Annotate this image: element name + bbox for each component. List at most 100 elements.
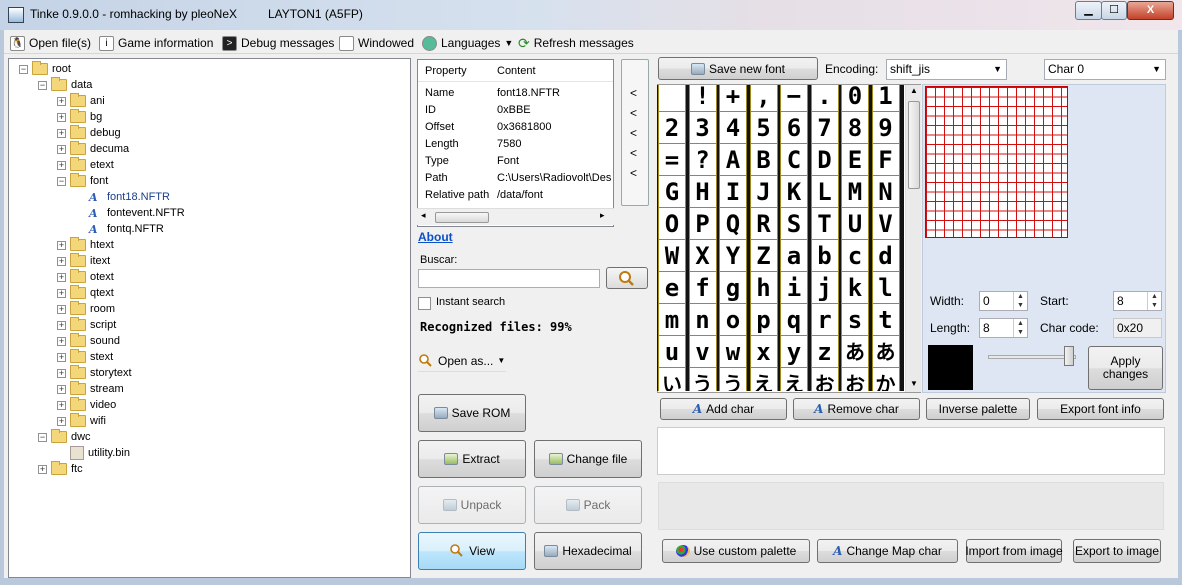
tree-node[interactable]: + itext — [57, 253, 110, 269]
tree-node[interactable]: + ani — [57, 93, 105, 109]
glyph-cell[interactable]: Y — [719, 239, 747, 273]
view-button[interactable]: View — [418, 532, 526, 570]
glyph-cell[interactable]: Z — [749, 239, 778, 273]
start-input[interactable]: 8 ▲ ▼ — [1113, 291, 1162, 311]
glyph-cell[interactable]: お — [841, 367, 869, 391]
collapse-arrow-button[interactable]: < — [630, 166, 637, 180]
glyph-cell[interactable]: O — [658, 207, 686, 241]
property-row[interactable]: Path C:\Users\Radiovolt\Des — [418, 171, 613, 187]
glyph-cell[interactable]: お — [810, 367, 839, 391]
expand-icon[interactable]: + — [57, 416, 66, 426]
palette-slider-track[interactable] — [988, 355, 1076, 359]
content-column-header[interactable]: Content — [497, 65, 536, 77]
expand-icon[interactable]: + — [57, 96, 66, 106]
encoding-select[interactable]: shift_jis ▼ — [886, 59, 1007, 80]
change-file-button[interactable]: Change file — [534, 440, 642, 478]
close-button[interactable]: X — [1127, 1, 1174, 20]
glyph-cell[interactable]: 8 — [841, 111, 869, 145]
file-tree[interactable]: − root − data + ani + bg + debug + decuma + etext − fon… — [8, 58, 411, 578]
search-input[interactable] — [418, 269, 600, 288]
glyph-cell[interactable]: f — [688, 271, 717, 305]
color-swatch[interactable] — [928, 345, 973, 390]
tree-node[interactable]: + qtext — [57, 285, 114, 301]
tree-node[interactable]: + stext — [57, 349, 113, 365]
glyph-grid[interactable]: ! +, −. 0 1 2 3 4 5 6 7 8 9 =? A B C D E F G H I J K L M N O P Q R S T U V W… — [657, 85, 904, 391]
glyph-cell[interactable]: N — [871, 175, 900, 209]
glyph-cell[interactable]: i — [780, 271, 808, 305]
collapse-icon[interactable]: − — [57, 176, 66, 186]
glyph-cell[interactable]: 1 — [871, 85, 900, 113]
scroll-left-icon[interactable]: ◂ — [421, 210, 426, 221]
expand-icon[interactable]: + — [57, 320, 66, 330]
open-as-dropdown[interactable]: Open as... ▼ — [418, 350, 506, 372]
glyph-cell[interactable]: V — [871, 207, 900, 241]
maximize-button[interactable]: ☐ — [1101, 1, 1127, 20]
glyph-cell[interactable]: 5 — [749, 111, 778, 145]
glyph-cell[interactable]: u — [658, 335, 686, 369]
glyph-cell[interactable]: p — [749, 303, 778, 337]
glyph-cell[interactable]: t — [871, 303, 900, 337]
collapse-icon[interactable]: − — [38, 80, 47, 90]
property-row[interactable]: Length 7580 — [418, 137, 613, 153]
glyph-cell[interactable]: あ — [871, 335, 900, 369]
glyph-cell[interactable]: q — [780, 303, 808, 337]
windowed-button[interactable]: Windowed — [339, 34, 414, 52]
tree-node[interactable]: + video — [57, 397, 116, 413]
glyph-cell[interactable]: w — [719, 335, 747, 369]
char-select[interactable]: Char 0 ▼ — [1044, 59, 1166, 80]
glyph-cell[interactable]: = — [658, 143, 686, 177]
collapse-arrow-button[interactable]: < — [630, 126, 637, 140]
glyph-cell[interactable]: 6 — [780, 111, 808, 145]
scroll-right-icon[interactable]: ▸ — [600, 210, 605, 221]
glyph-cell[interactable]: s — [841, 303, 869, 337]
tree-node[interactable]: + debug — [57, 125, 121, 141]
glyph-cell[interactable]: K — [780, 175, 808, 209]
extract-button[interactable]: Extract — [418, 440, 526, 478]
expand-icon[interactable]: + — [57, 240, 66, 250]
change-map-char-button[interactable]: A Change Map char — [817, 539, 958, 563]
import-from-image-button[interactable]: Import from image — [965, 539, 1063, 563]
width-input[interactable]: 0 ▲ ▼ — [979, 291, 1028, 311]
scroll-thumb[interactable] — [908, 101, 920, 189]
glyph-cell[interactable]: c — [841, 239, 869, 273]
export-to-image-button[interactable]: Export to image — [1073, 539, 1161, 563]
hexadecimal-button[interactable]: Hexadecimal — [534, 532, 642, 570]
glyph-cell[interactable]: か — [871, 367, 900, 391]
glyph-cell[interactable]: g — [719, 271, 747, 305]
tree-node[interactable]: + sound — [57, 333, 120, 349]
glyph-cell[interactable]: 7 — [810, 111, 839, 145]
glyph-cell[interactable]: X — [688, 239, 717, 273]
expand-icon[interactable]: + — [57, 128, 66, 138]
save-new-font-button[interactable]: Save new font — [658, 57, 818, 80]
expand-icon[interactable]: + — [57, 336, 66, 346]
tree-node[interactable]: − dwc — [38, 429, 91, 445]
expand-icon[interactable]: + — [57, 256, 66, 266]
add-char-button[interactable]: A Add char — [660, 398, 787, 420]
tree-node[interactable]: + otext — [57, 269, 114, 285]
glyph-cell[interactable]: k — [841, 271, 869, 305]
glyph-cell[interactable]: G — [658, 175, 686, 209]
pixel-grid[interactable] — [925, 86, 1068, 238]
tree-node[interactable]: + stream — [57, 381, 124, 397]
glyph-cell[interactable]: U — [841, 207, 869, 241]
glyph-cell[interactable]: l — [871, 271, 900, 305]
glyph-cell[interactable] — [658, 85, 686, 113]
tree-node[interactable]: + wifi — [57, 413, 106, 429]
tree-node[interactable]: − data — [38, 77, 92, 93]
spin-arrows-icon[interactable]: ▲ ▼ — [1013, 292, 1027, 310]
glyph-cell[interactable]: ? — [688, 143, 717, 177]
tree-node[interactable]: Afontevent.NFTR — [76, 205, 185, 221]
expand-icon[interactable]: + — [57, 304, 66, 314]
expand-icon[interactable]: + — [57, 160, 66, 170]
tree-node[interactable]: − font — [57, 173, 108, 189]
debug-messages-button[interactable]: > Debug messages — [222, 34, 334, 52]
use-custom-palette-button[interactable]: Use custom palette — [662, 539, 810, 563]
tree-node[interactable]: + htext — [57, 237, 114, 253]
glyph-cell[interactable]: H — [688, 175, 717, 209]
scroll-thumb[interactable] — [435, 212, 489, 223]
property-row[interactable]: Offset 0x3681800 — [418, 120, 613, 136]
glyph-cell[interactable]: 0 — [841, 85, 869, 113]
scroll-up-icon[interactable]: ▲ — [910, 86, 918, 95]
languages-dropdown[interactable]: Languages ▼ — [422, 34, 513, 52]
collapse-icon[interactable]: − — [38, 432, 47, 442]
